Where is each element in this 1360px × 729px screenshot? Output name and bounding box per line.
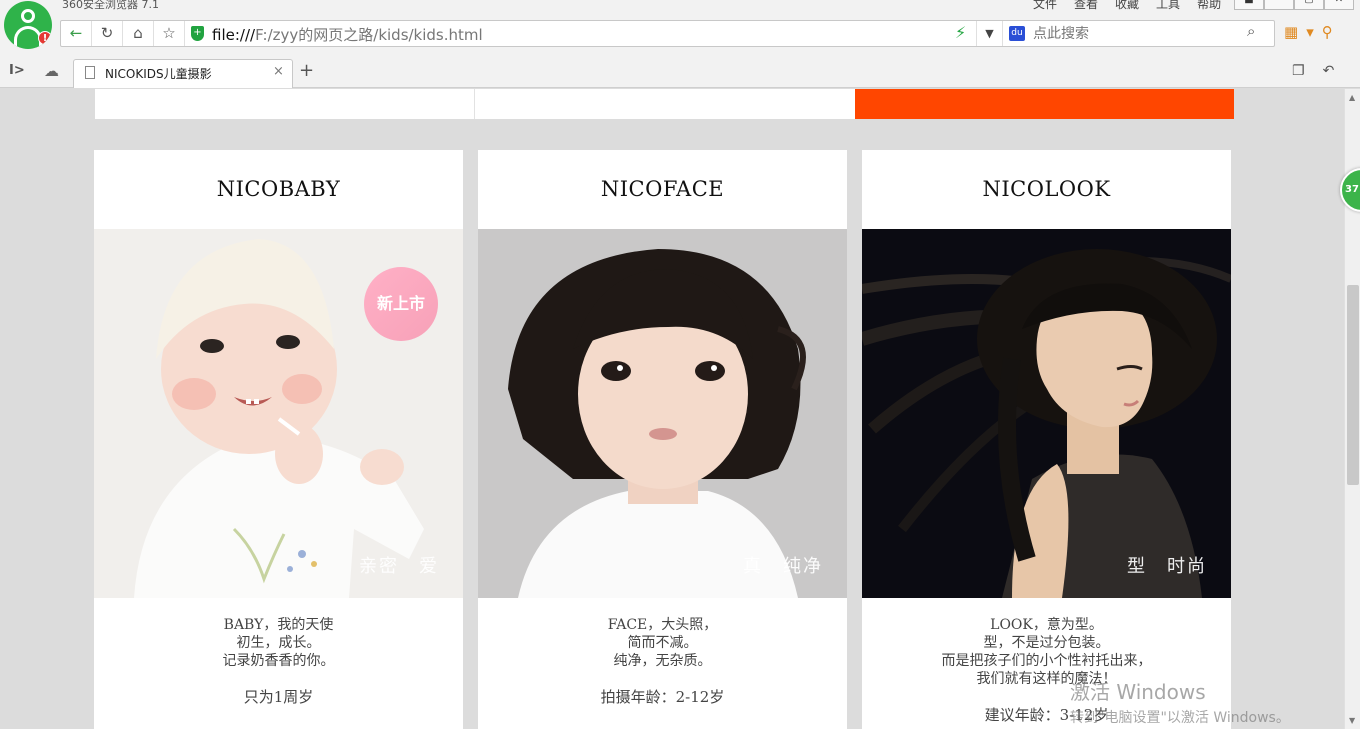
url-path: F:/zyy的网页之路/kids/kids.html xyxy=(255,26,483,44)
nav-item-active[interactable] xyxy=(855,89,1234,119)
desc-line: 型，不是过分包装。 xyxy=(983,635,1110,651)
url-field[interactable]: file:///F:/zyy的网页之路/kids/kids.html xyxy=(212,24,483,45)
tab-active[interactable]: NICOKIDS儿童摄影 × xyxy=(73,59,293,88)
desc-line: 初生，成长。 xyxy=(236,635,321,651)
girl-profile-photo[interactable]: 型 时尚 xyxy=(862,229,1231,598)
address-bar: ← ↻ ⌂ ☆ + file:///F:/zyy的网页之路/kids/kids.… xyxy=(60,20,1275,47)
site-nav xyxy=(95,89,1234,119)
menu-help[interactable]: 帮助 xyxy=(1197,0,1221,12)
magnifier-icon[interactable]: ⚲ xyxy=(1322,23,1333,41)
desc-line: 而是把孩子们的小个性衬托出来， xyxy=(941,653,1152,669)
browser-chrome: ! 360安全浏览器 7.1 文件 查看 收藏 工具 帮助 ■ — ▢ ✕ ← … xyxy=(0,0,1360,88)
skin-button[interactable]: ■ xyxy=(1234,0,1264,10)
page-viewport: NICOBABY 新上市 亲密 爱 BABY，我的天使 初生，成长。 记录奶香香… xyxy=(0,89,1344,729)
scroll-down-icon[interactable]: ▼ xyxy=(1349,716,1355,725)
card-title: NICOLOOK xyxy=(982,177,1111,201)
close-icon[interactable]: × xyxy=(273,64,284,79)
extension-menu-icon[interactable]: ▾ xyxy=(1306,23,1314,41)
new-release-badge: 新上市 xyxy=(364,267,438,341)
card-description: LOOK，意为型。 型，不是过分包装。 而是把孩子们的小个性衬托出来， 我们就有… xyxy=(862,616,1231,724)
star-icon[interactable]: ☆ xyxy=(154,21,185,46)
search-input[interactable] xyxy=(1033,23,1243,44)
lightning-icon[interactable]: ⚡ xyxy=(955,23,966,42)
age-note: 拍摄年龄：2-12岁 xyxy=(600,688,725,706)
desc-line: FACE，大头照， xyxy=(607,617,718,633)
back-icon[interactable]: ← xyxy=(61,21,92,46)
scroll-up-icon[interactable]: ▲ xyxy=(1349,93,1355,102)
menu-file[interactable]: 文件 xyxy=(1033,0,1057,12)
desc-line: 纯净，无杂质。 xyxy=(613,653,712,669)
menu-view[interactable]: 查看 xyxy=(1074,0,1098,12)
card-tagline: 真 纯净 xyxy=(743,556,823,577)
menu-favorites[interactable]: 收藏 xyxy=(1115,0,1139,12)
product-card-nicolook[interactable]: NICOLOOK 型 时尚 LOOK，意为型。 型，不是过分包装。 而是把孩子们… xyxy=(862,150,1231,729)
card-title: NICOFACE xyxy=(600,177,725,201)
apps-icon[interactable]: ▦ xyxy=(1284,23,1298,41)
tab-tools: ❐ ↶ xyxy=(1292,63,1334,79)
scroll-thumb[interactable] xyxy=(1347,285,1359,485)
search-icon[interactable]: ⌕ xyxy=(1247,22,1255,40)
url-scheme: file:/// xyxy=(212,26,256,44)
product-card-nicobaby[interactable]: NICOBABY 新上市 亲密 爱 BABY，我的天使 初生，成长。 记录奶香香… xyxy=(94,150,463,729)
shield-icon: + xyxy=(191,26,204,41)
desc-line: 我们就有这样的魔法！ xyxy=(976,671,1117,687)
desc-line: LOOK，意为型。 xyxy=(990,617,1103,633)
reload-icon[interactable]: ↻ xyxy=(92,21,123,46)
tab-title: NICOKIDS儿童摄影 xyxy=(105,67,212,81)
home-icon[interactable]: ⌂ xyxy=(123,21,154,46)
restore-tabs-icon[interactable]: ❐ xyxy=(1292,63,1305,79)
search-engine-icon[interactable]: du xyxy=(1009,26,1025,41)
product-card-nicoface[interactable]: NICOFACE 真 纯净 FACE，大头照， 简而不减。 纯净，无杂质。 拍摄… xyxy=(478,150,847,729)
card-description: BABY，我的天使 初生，成长。 记录奶香香的你。 只为1周岁 xyxy=(94,616,463,706)
baby-photo[interactable]: 新上市 亲密 爱 xyxy=(94,229,463,598)
user-avatar-icon[interactable]: ! xyxy=(4,1,52,49)
undo-close-icon[interactable]: ↶ xyxy=(1323,63,1335,79)
chevron-down-icon[interactable]: ▼ xyxy=(976,21,1003,46)
nav-item-2[interactable] xyxy=(475,89,855,119)
card-tagline: 型 时尚 xyxy=(1127,556,1207,577)
age-note: 只为1周岁 xyxy=(243,688,314,706)
age-note: 建议年龄：3-12岁 xyxy=(984,706,1109,724)
girl-portrait-photo[interactable]: 真 纯净 xyxy=(478,229,847,598)
desc-line: 记录奶香香的你。 xyxy=(222,653,335,669)
page-icon xyxy=(85,66,95,79)
menu-bar: 文件 查看 收藏 工具 帮助 xyxy=(1033,0,1221,12)
desc-line: 简而不减。 xyxy=(627,635,698,651)
menu-tools[interactable]: 工具 xyxy=(1156,0,1180,12)
card-title: NICOBABY xyxy=(216,177,341,201)
maximize-button[interactable]: ▢ xyxy=(1294,0,1324,10)
tab-bar: I> ☁ NICOKIDS儿童摄影 × + ❐ ↶ xyxy=(0,57,1360,88)
card-tagline: 亲密 爱 xyxy=(359,556,439,577)
plus-icon[interactable]: + xyxy=(299,60,314,81)
extension-icons: ▦ ▾ ⚲ xyxy=(1284,23,1333,41)
close-window-button[interactable]: ✕ xyxy=(1324,0,1354,10)
nav-item-1[interactable] xyxy=(95,89,475,119)
cloud-icon[interactable]: ☁ xyxy=(44,62,59,80)
window-controls: ■ — ▢ ✕ xyxy=(1234,0,1354,10)
minimize-button[interactable]: — xyxy=(1264,0,1294,10)
desc-line: BABY，我的天使 xyxy=(223,617,334,633)
card-description: FACE，大头照， 简而不减。 纯净，无杂质。 拍摄年龄：2-12岁 xyxy=(478,616,847,706)
sidebar-toggle-icon[interactable]: I> xyxy=(9,63,25,78)
app-title: 360安全浏览器 7.1 xyxy=(62,0,159,11)
